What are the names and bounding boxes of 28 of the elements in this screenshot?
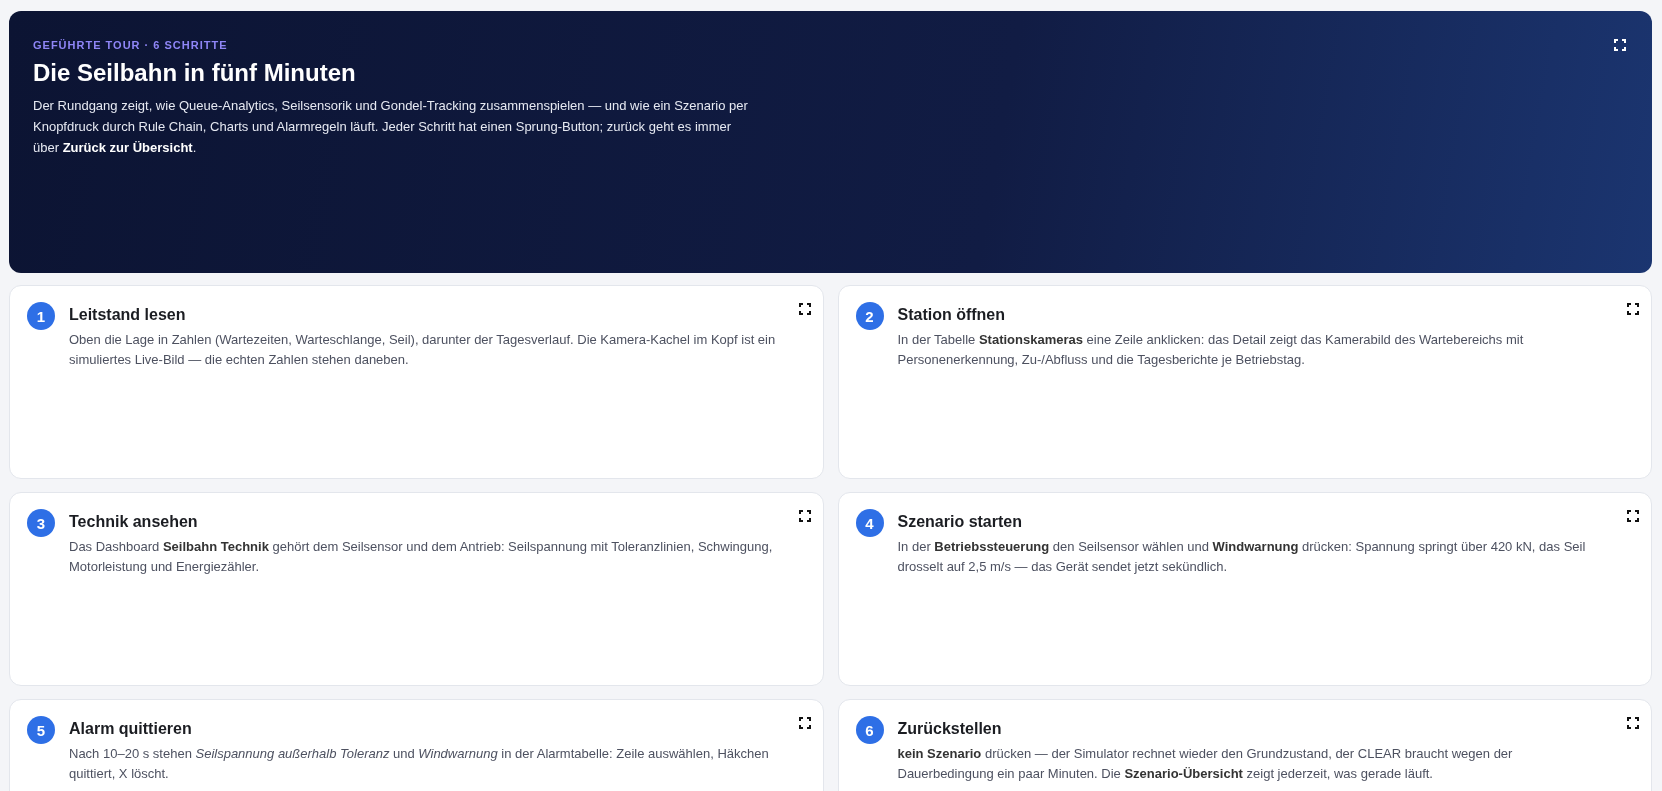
step-title: Zurückstellen — [897, 720, 1003, 738]
fullscreen-icon[interactable] — [796, 301, 813, 317]
step-number: 6 — [855, 716, 884, 744]
fullscreen-icon[interactable] — [1625, 715, 1641, 731]
tour-label: GEFÜHRTE TOUR · 6 SCHRITTE — [33, 39, 229, 51]
step-number: 1 — [27, 302, 55, 330]
hero-title: Die Seilbahn in fünf Minuten — [33, 59, 357, 87]
fullscreen-icon[interactable] — [796, 715, 813, 731]
fullscreen-icon[interactable] — [1612, 37, 1628, 53]
step-number: 2 — [855, 302, 884, 330]
step-description: Das Dashboard Seilbahn Technik gehört dem Seilsensor und dem Antrieb: Seilspannung mit Toleranzlinien, Schwingung, Motorleistung und Energiezähler. — [69, 538, 774, 576]
step-number: 5 — [27, 716, 55, 744]
step-title: Station öffnen — [897, 306, 1007, 324]
step-description: kein Szenario drücken — der Simulator rechnet wieder den Grundzustand, der CLEAR braucht wegen der Dauerbedingung ein paar Minuten. Die Szenario-Übersicht zeigt jederzeit, was gerade läuft. — [897, 745, 1514, 783]
step-title: Alarm quittieren — [69, 720, 193, 738]
step-description: Oben die Lage in Zahlen (Wartezeiten, Warteschlange, Seil), darunter der Tagesverlauf. Die Kamera-Kachel im Kopf ist ein simuliertes Live-Bild — die echten Zahlen stehen daneben. — [69, 331, 777, 369]
step-title: Technik ansehen — [69, 513, 199, 531]
fullscreen-icon[interactable] — [796, 508, 813, 524]
fullscreen-icon[interactable] — [1625, 301, 1641, 317]
hero-description: Der Rundgang zeigt, wie Queue-Analytics, Seilsensorik und Gondel-Tracking zusammenspielen — und wie ein Szenario per Knopfdruck durch Rule Chain, Charts und Alarmregeln läuft. Jeder Schritt hat einen Sprung-Button; zurück geht es immer über Zurück zur Übersicht. — [33, 97, 749, 157]
step-number: 4 — [855, 509, 884, 537]
step-title: Leitstand lesen — [69, 306, 187, 324]
step-description: In der Betriebssteuerung den Seilsensor wählen und Windwarnung drücken: Spannung springt über 420 kN, das Seil drosselt auf 2,5 m/s — das Gerät sendet jetzt sekündlich. — [897, 538, 1587, 576]
step-number: 3 — [27, 509, 55, 537]
step-title: Szenario starten — [897, 513, 1023, 531]
step-description: Nach 10–20 s stehen Seilspannung außerhalb Toleranz und Windwarnung in der Alarmtabelle: Zeile auswählen, Häkchen quittiert, X löscht. — [69, 745, 770, 783]
step-description: In der Tabelle Stationskameras eine Zeile anklicken: das Detail zeigt das Kamerabild des Wartebereichs mit Personenerkennung, Zu-/Abfluss und die Tagesberichte je Betriebstag. — [897, 331, 1525, 369]
fullscreen-icon[interactable] — [1625, 508, 1641, 524]
